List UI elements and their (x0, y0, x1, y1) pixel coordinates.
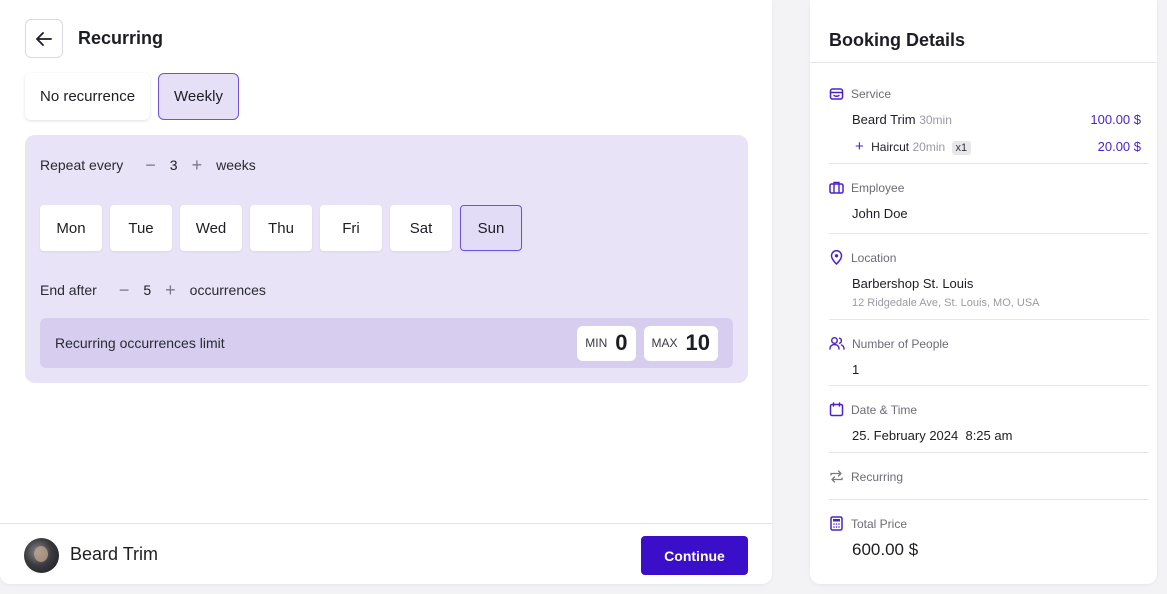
end-after-row: End after − 5 + occurrences (40, 281, 266, 299)
service-extra-duration: 20min (912, 140, 946, 154)
employee-label: Employee (851, 180, 905, 195)
service-avatar (24, 538, 59, 573)
service-main: Beard Trim 30min (852, 112, 952, 127)
employee-section: Employee John Doe (829, 180, 1149, 234)
end-after-stepper: − 5 + (119, 281, 176, 299)
weekday-selector: Mon Tue Wed Thu Fri Sat Sun (40, 205, 522, 251)
min-limit-box: MIN 0 (577, 325, 636, 361)
arrow-left-icon (36, 31, 52, 46)
basket-icon (829, 88, 844, 100)
divider (810, 62, 1157, 63)
service-extra-quantity: x1 (951, 141, 972, 155)
booking-details-panel: Booking Details Service Beard Trim 30min… (810, 0, 1157, 584)
end-after-unit-label: occurrences (189, 282, 266, 298)
recurrence-mode-group: No recurrence Weekly (25, 73, 239, 120)
continue-button[interactable]: Continue (641, 536, 748, 575)
datetime-label: Date & Time (851, 402, 918, 417)
page-title: Recurring (78, 28, 164, 48)
location-address: 12 Ridgedale Ave, St. Louis, MO, USA (852, 297, 1040, 309)
booking-details-title: Booking Details (829, 30, 966, 50)
back-button[interactable] (25, 19, 63, 58)
plus-icon: + (855, 138, 864, 155)
divider (829, 163, 1149, 164)
briefcase-icon (829, 181, 844, 194)
end-after-decrement-button[interactable]: − (119, 281, 130, 299)
calendar-icon (829, 402, 844, 417)
divider (829, 499, 1149, 500)
service-main-duration: 30min (919, 113, 952, 127)
day-thu-button[interactable]: Thu (250, 205, 312, 251)
footer: Beard Trim Continue (0, 523, 772, 584)
day-mon-button[interactable]: Mon (40, 205, 102, 251)
footer-service-name: Beard Trim (70, 544, 159, 564)
max-limit-box: MAX 10 (643, 325, 718, 361)
weekly-button[interactable]: Weekly (158, 73, 239, 120)
location-section: Location Barbershop St. Louis 12 Ridgeda… (829, 250, 1149, 320)
service-extra-name: Haircut (871, 140, 910, 154)
people-icon (829, 337, 845, 350)
repeat-value: 3 (169, 157, 178, 173)
max-value: 10 (685, 330, 710, 355)
day-sat-button[interactable]: Sat (390, 205, 452, 251)
repeat-every-label: Repeat every (40, 157, 124, 173)
min-value: 0 (615, 330, 628, 355)
recurrence-settings: Repeat every − 3 + weeks Mon Tue Wed Thu… (25, 135, 748, 383)
occurrence-limit-label: Recurring occurrences limit (55, 335, 225, 351)
day-wed-button[interactable]: Wed (180, 205, 242, 251)
recurring-label: Recurring (851, 469, 904, 484)
end-after-increment-button[interactable]: + (165, 281, 176, 299)
people-section: Number of People 1 (829, 336, 1149, 386)
calculator-icon (830, 516, 843, 531)
max-label: MAX (651, 336, 678, 350)
service-label: Service (851, 86, 892, 101)
service-main-price: 100.00 $ (1090, 112, 1141, 127)
datetime-value: 25. February 2024 8:25 am (852, 428, 1013, 443)
day-tue-button[interactable]: Tue (110, 205, 172, 251)
people-value: 1 (852, 362, 860, 377)
total-label: Total Price (851, 516, 908, 531)
people-label: Number of People (852, 336, 949, 351)
occurrence-limit-bar: Recurring occurrences limit MIN 0 MAX 10 (40, 318, 733, 368)
end-after-value: 5 (143, 282, 152, 298)
total-section: Total Price 600.00 $ (829, 516, 1149, 559)
service-section: Service Beard Trim 30min 100.00 $ + Hair… (829, 86, 1149, 164)
day-fri-button[interactable]: Fri (320, 205, 382, 251)
min-label: MIN (585, 336, 608, 350)
location-label: Location (851, 250, 897, 265)
location-name: Barbershop St. Louis (852, 276, 974, 291)
day-sun-button[interactable]: Sun (460, 205, 522, 251)
map-pin-icon (830, 250, 843, 265)
datetime-section: Date & Time 25. February 2024 8:25 am (829, 402, 1149, 453)
recurring-section: Recurring (829, 469, 1149, 500)
divider (829, 233, 1149, 234)
service-extra: + Haircut 20min x1 (855, 138, 972, 155)
repeat-every-row: Repeat every − 3 + weeks (40, 156, 256, 174)
no-recurrence-button[interactable]: No recurrence (25, 73, 151, 120)
repeat-stepper: − 3 + (145, 156, 202, 174)
repeat-unit-label: weeks (216, 157, 256, 173)
recurring-panel: Recurring No recurrence Weekly Repeat ev… (0, 0, 772, 584)
divider (829, 452, 1149, 453)
divider (829, 319, 1149, 320)
repeat-increment-button[interactable]: + (192, 156, 203, 174)
divider (829, 385, 1149, 386)
end-after-label: End after (40, 282, 97, 298)
service-main-name: Beard Trim (852, 112, 916, 127)
repeat-decrement-button[interactable]: − (145, 156, 156, 174)
employee-name: John Doe (852, 206, 908, 221)
service-extra-price: 20.00 $ (1097, 139, 1141, 154)
repeat-icon (830, 470, 843, 483)
header: Recurring (25, 19, 163, 58)
total-value: 600.00 $ (852, 540, 919, 559)
